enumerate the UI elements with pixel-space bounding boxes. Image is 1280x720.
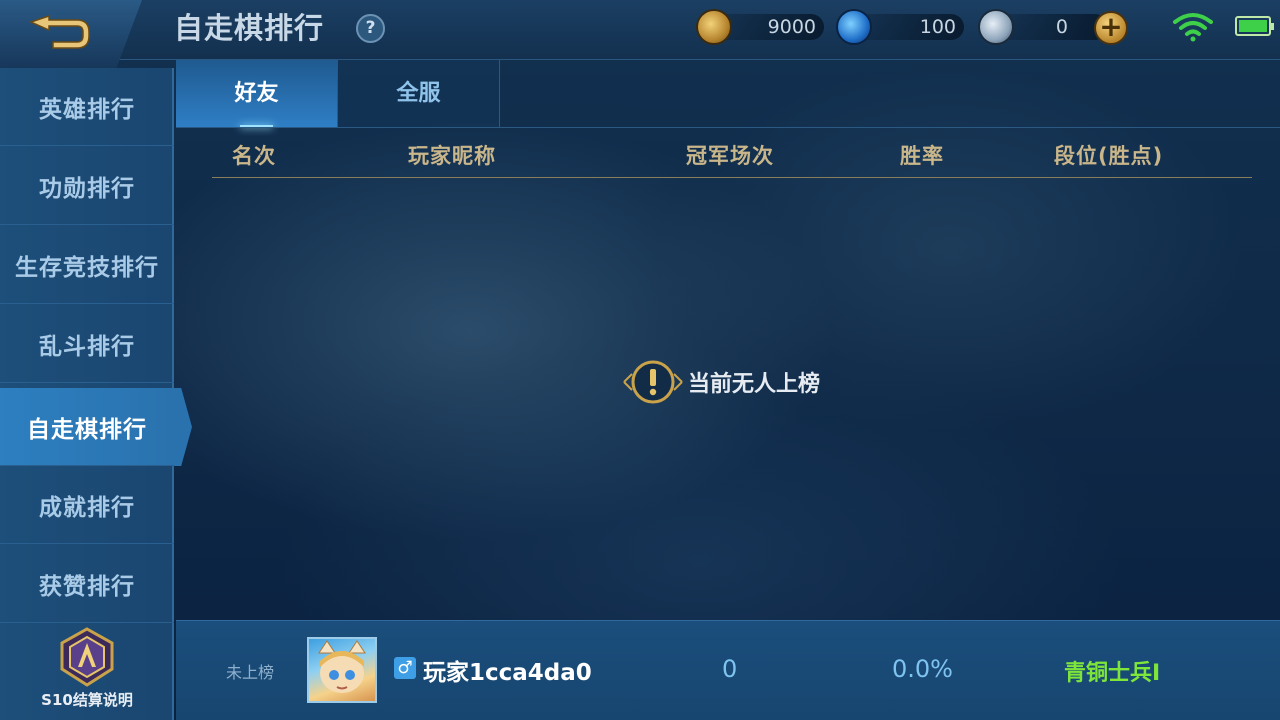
player-name: 玩家1cca4da0 (423, 660, 592, 686)
sidebar-item-achievement-ranking[interactable]: 成就排行 (0, 466, 174, 544)
warning-icon (623, 360, 683, 404)
help-icon[interactable]: ? (356, 14, 385, 43)
wifi-icon (1173, 13, 1213, 42)
rank-status: 未上榜 (226, 663, 275, 682)
sidebar-item-autochess-ranking[interactable]: 自走棋排行 (0, 388, 174, 466)
gold-coin-balance: 9000 (696, 9, 824, 45)
tier-value: 青铜士兵Ⅰ (1064, 661, 1161, 686)
back-arrow-icon (28, 14, 90, 49)
page-title: 自走棋排行 (174, 11, 325, 45)
diamond-balance: 100 (836, 9, 964, 45)
sidebar-item-hero-ranking[interactable]: 英雄排行 (0, 68, 174, 146)
column-championships: 冠军场次 (686, 144, 774, 168)
sidebar-item-likes-ranking[interactable]: 获赞排行 (0, 545, 174, 623)
season-settlement-button[interactable]: S10结算说明 (0, 624, 174, 720)
season-settlement-label: S10结算说明 (41, 691, 133, 709)
sidebar: 英雄排行 功勋排行 生存竞技排行 乱斗排行 自走棋排行 成就排行 获赞排行 S1… (0, 68, 174, 720)
battery-icon (1235, 16, 1274, 36)
sidebar-item-brawl-ranking[interactable]: 乱斗排行 (0, 305, 174, 383)
column-win-rate: 胜率 (900, 144, 944, 168)
column-player-name: 玩家昵称 (408, 144, 496, 168)
table-header: 名次 玩家昵称 冠军场次 胜率 段位(胜点) (212, 136, 1252, 178)
voucher-balance: 0 (978, 9, 1108, 45)
empty-message: 当前无人上榜 (688, 372, 821, 397)
championship-count: 0 (722, 655, 738, 683)
avatar[interactable] (307, 637, 377, 703)
voucher-icon (978, 9, 1014, 45)
empty-state: 当前无人上榜 (620, 358, 820, 406)
diamond-icon (836, 9, 872, 45)
season-badge-icon (60, 627, 114, 687)
self-rank-row: 未上榜 ♂ 玩家1cca4da0 0 0.0% 青铜士兵Ⅰ (176, 620, 1280, 720)
sidebar-item-merit-ranking[interactable]: 功勋排行 (0, 147, 174, 225)
tab-friends[interactable]: 好友 (176, 60, 338, 128)
male-gender-icon: ♂ (394, 657, 416, 679)
sidebar-item-survival-ranking[interactable]: 生存竞技排行 (0, 226, 174, 304)
win-rate-value: 0.0% (892, 655, 953, 683)
column-tier: 段位(胜点) (1054, 144, 1164, 168)
avatar-portrait-icon (318, 640, 366, 693)
tabs-divider (176, 127, 1280, 128)
tab-all-server[interactable]: 全服 (338, 60, 500, 128)
add-currency-icon[interactable]: + (1094, 11, 1128, 45)
column-rank: 名次 (232, 144, 276, 168)
gold-coin-icon (696, 9, 732, 45)
